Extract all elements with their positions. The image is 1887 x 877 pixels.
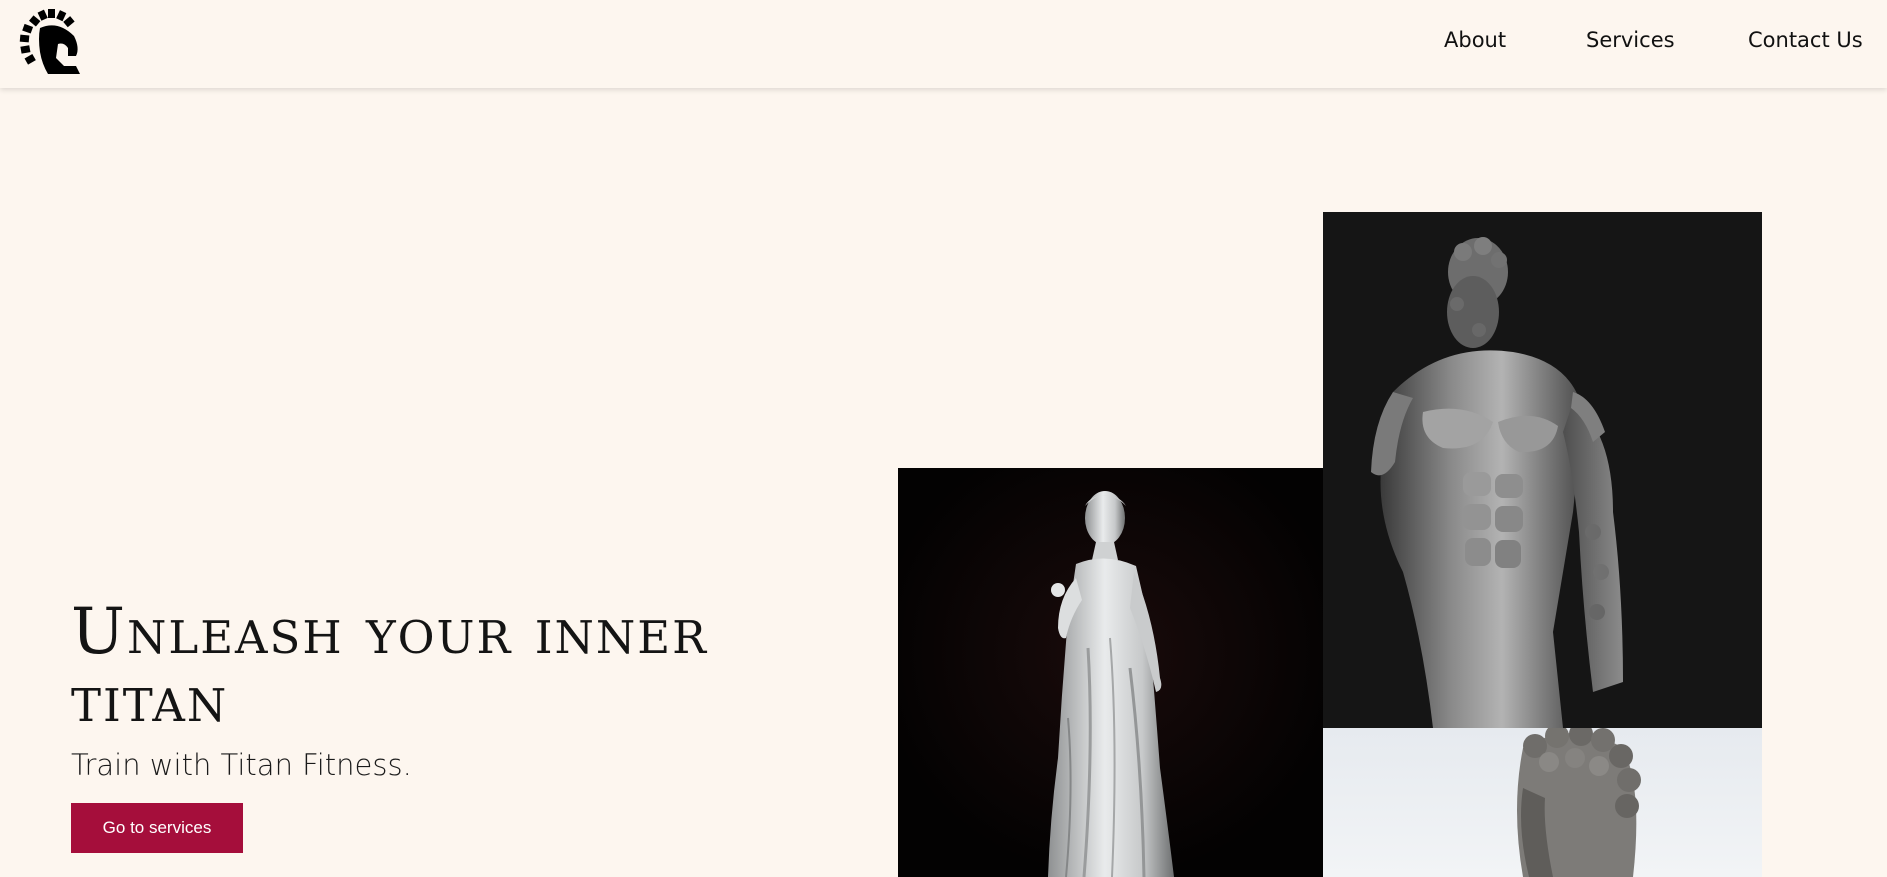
nav-contact-link[interactable]: Contact Us bbox=[1748, 28, 1863, 52]
nav-services-link[interactable]: Services bbox=[1586, 28, 1675, 52]
spartan-helmet-icon[interactable] bbox=[18, 8, 86, 76]
nav-about-link[interactable]: About bbox=[1444, 28, 1506, 52]
statue-photo-curly-head bbox=[1323, 728, 1762, 877]
go-to-services-button[interactable]: Go to services bbox=[71, 803, 243, 853]
statue-photo-draped-woman bbox=[898, 468, 1323, 877]
hero-title: Unleash your inner titan bbox=[71, 595, 708, 737]
hero-subtitle: Train with Titan Fitness. bbox=[71, 748, 412, 782]
statue-photo-hercules bbox=[1323, 212, 1762, 728]
navbar: About Services Contact Us bbox=[0, 0, 1887, 88]
